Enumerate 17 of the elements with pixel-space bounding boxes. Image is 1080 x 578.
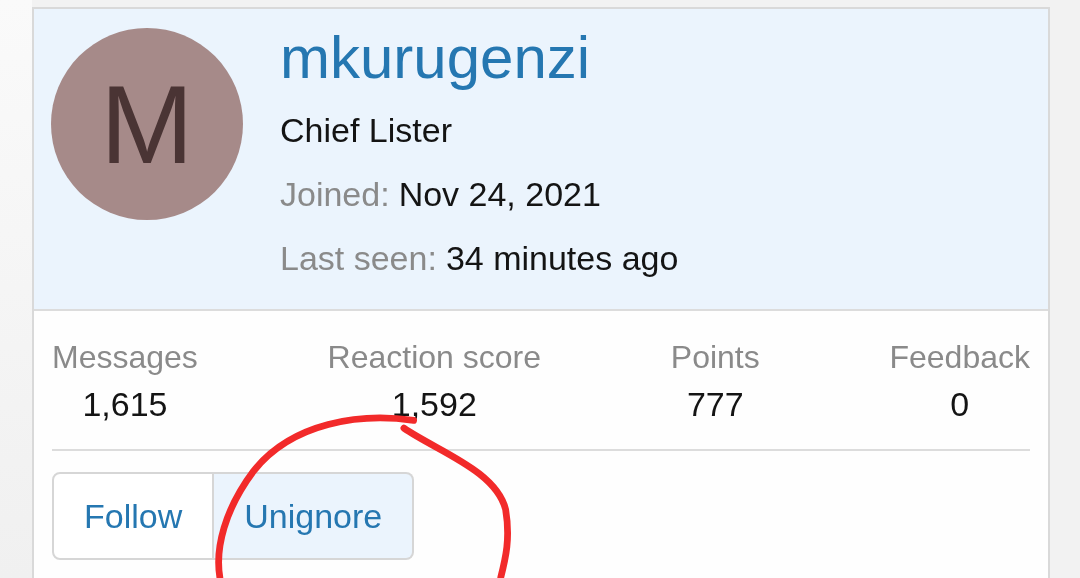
stat-label: Points [670,338,760,377]
stat-value: 1,592 [391,384,477,425]
user-title: Chief Lister [280,110,453,151]
detail-value: 34 minutes ago [445,238,679,279]
action-button[interactable]: Follow [52,472,215,560]
stat-label: Reaction score [327,338,542,377]
stat-label: Feedback [889,338,1030,377]
detail-label: Last seen: [280,238,437,279]
stat-value: 777 [686,384,744,425]
action-button[interactable]: Unignore [214,472,415,560]
stat-value: 1,615 [82,384,168,425]
detail-label: Joined: [280,174,390,215]
detail-value: Nov 24, 2021 [398,174,601,215]
stat-value: 0 [950,384,970,425]
username-link[interactable]: mkurugenzi [280,18,679,98]
stat-label: Messages [52,338,198,377]
avatar: M [51,28,243,220]
